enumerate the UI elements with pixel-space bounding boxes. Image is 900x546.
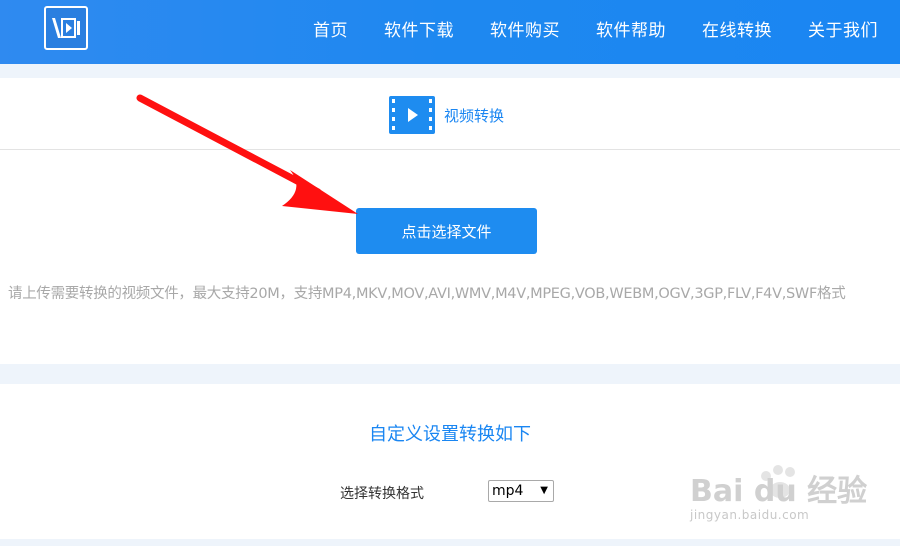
watermark-brand: Bai du 经验 — [690, 474, 868, 509]
nav-software-help[interactable]: 软件帮助 — [596, 16, 666, 41]
format-select-value: mp4 — [492, 483, 524, 499]
format-label: 选择转换格式 — [340, 486, 424, 502]
upload-panel: 视频转换 点击选择文件 请上传需要转换的视频文件，最大支持20M，支持MP4,M… — [0, 78, 900, 364]
format-select[interactable]: mp4 ▼ — [488, 480, 554, 502]
nav-home[interactable]: 首页 — [313, 16, 348, 41]
nav-online-convert[interactable]: 在线转换 — [702, 16, 772, 41]
video-film-icon — [389, 96, 435, 134]
nav-about-us[interactable]: 关于我们 — [808, 16, 878, 41]
settings-title: 自定义设置转换如下 — [369, 424, 531, 445]
site-header: 首页 软件下载 软件购买 软件帮助 在线转换 关于我们 — [0, 0, 900, 64]
nav-software-download[interactable]: 软件下载 — [384, 16, 454, 41]
nav-software-purchase[interactable]: 软件购买 — [490, 16, 560, 41]
logo-icon[interactable] — [44, 6, 88, 50]
page-footer-strip — [0, 539, 900, 546]
upload-panel-header: 视频转换 — [0, 78, 900, 150]
watermark-url: jingyan.baidu.com — [690, 508, 810, 522]
caret-down-icon: ▼ — [540, 485, 548, 496]
upload-hint-text: 请上传需要转换的视频文件，最大支持20M，支持MP4,MKV,MOV,AVI,W… — [8, 286, 846, 302]
main-nav: 首页 软件下载 软件购买 软件帮助 在线转换 关于我们 — [277, 0, 900, 56]
upload-panel-title: 视频转换 — [444, 107, 505, 125]
select-file-button[interactable]: 点击选择文件 — [356, 208, 537, 254]
